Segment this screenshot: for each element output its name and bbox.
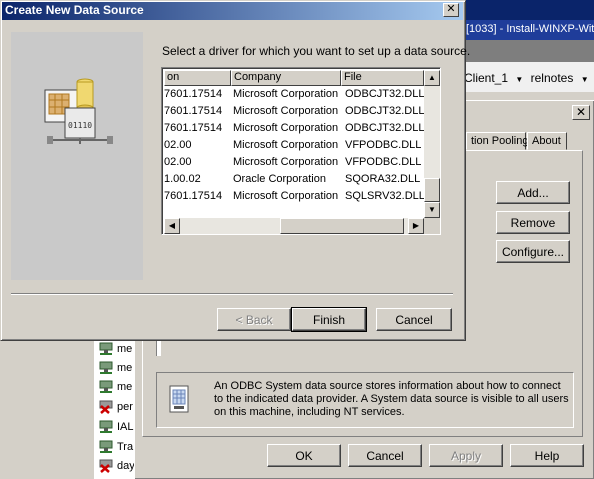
list-item[interactable]: me	[98, 361, 132, 379]
scroll-up-icon[interactable]: ▲	[424, 70, 440, 86]
column-header-file[interactable]: File	[341, 70, 424, 86]
error-data-source-icon	[99, 400, 113, 414]
table-row[interactable]: 7601.17514 Microsoft Corporation ODBCJT3…	[164, 121, 424, 138]
background-file-list: me me me per IAL Tra day	[94, 338, 138, 479]
dialog-title: Create New Data Source	[5, 3, 144, 17]
table-row[interactable]: 02.00 Microsoft Corporation VFPODBC.DLL	[164, 138, 424, 155]
cell-file: SQLSRV32.DLL	[345, 190, 425, 202]
cell-file: SQORA32.DLL	[345, 173, 421, 185]
scroll-right-icon[interactable]: ▶	[408, 218, 424, 234]
cell-company: Microsoft Corporation	[233, 139, 339, 151]
scroll-down-icon[interactable]: ▼	[424, 202, 440, 218]
cell-file: ODBCJT32.DLL	[345, 88, 425, 100]
table-row[interactable]: 7601.17514 Microsoft Corporation ODBCJT3…	[164, 87, 424, 104]
breadcrumb: Client_1 ▼ relnotes ▼ reac	[464, 62, 594, 92]
cell-company: Microsoft Corporation	[233, 122, 339, 134]
close-icon[interactable]: ✕	[572, 105, 590, 120]
system-dsn-icon	[169, 385, 189, 413]
breadcrumb-item[interactable]: relnotes	[531, 71, 574, 85]
chevron-down-icon[interactable]: ▼	[581, 75, 589, 84]
ok-button[interactable]: OK	[267, 444, 341, 467]
cancel-button[interactable]: Cancel	[376, 308, 452, 331]
background-taskbar-text: [1033] - Install-WINXP-WithV	[464, 20, 594, 40]
chevron-down-icon[interactable]: ▼	[515, 75, 523, 84]
cell-company: Oracle Corporation	[233, 173, 326, 185]
table-row[interactable]: 02.00 Microsoft Corporation VFPODBC.DLL	[164, 155, 424, 172]
list-item[interactable]: day	[98, 459, 135, 477]
cell-company: Microsoft Corporation	[233, 105, 339, 117]
finish-button[interactable]: Finish	[291, 307, 367, 332]
help-button[interactable]: Help	[510, 444, 584, 467]
cell-company: Microsoft Corporation	[233, 190, 339, 202]
data-source-icon	[99, 420, 113, 433]
cell-version: 02.00	[164, 156, 192, 168]
list-item[interactable]: Tra	[98, 440, 133, 458]
list-item[interactable]: per	[98, 400, 133, 418]
tab-connection-pooling[interactable]: tion Pooling	[466, 132, 529, 150]
vertical-scroll-thumb[interactable]	[424, 178, 440, 202]
cell-file: ODBCJT32.DLL	[345, 105, 425, 117]
vertical-scrollbar[interactable]: ▲ ▼	[424, 70, 440, 218]
info-text: An ODBC System data source stores inform…	[214, 380, 569, 418]
configure-button[interactable]: Configure...	[496, 240, 570, 263]
cell-file: VFPODBC.DLL	[345, 156, 422, 168]
cell-company: Microsoft Corporation	[233, 88, 339, 100]
remove-button[interactable]: Remove	[496, 211, 570, 234]
svg-text:01110: 01110	[68, 121, 92, 130]
background-window-titlebar	[464, 0, 594, 20]
cancel-button[interactable]: Cancel	[348, 444, 422, 467]
table-row[interactable]: 7601.17514 Microsoft Corporation SQLSRV3…	[164, 189, 425, 206]
back-button[interactable]: < Back	[217, 308, 291, 331]
close-icon[interactable]: ✕	[443, 3, 459, 17]
driver-list[interactable]: on Company File 7601.17514 Microsoft Cor…	[161, 67, 441, 235]
list-item[interactable]: me	[98, 342, 132, 360]
cell-version: 7601.17514	[164, 190, 223, 202]
column-header-version[interactable]: on	[164, 70, 231, 86]
cell-file: ODBCJT32.DLL	[345, 122, 425, 134]
data-source-wizard-icon: 01110	[11, 32, 143, 280]
scrollbar-corner	[424, 218, 440, 234]
cell-company: Microsoft Corporation	[233, 156, 339, 168]
data-source-icon	[99, 380, 113, 393]
data-source-icon	[99, 361, 113, 374]
instruction-text: Select a driver for which you want to se…	[162, 44, 471, 58]
cell-version: 7601.17514	[164, 88, 223, 100]
tab-about[interactable]: About	[527, 132, 567, 150]
data-source-icon	[99, 342, 113, 355]
background-toolbar	[464, 40, 594, 62]
list-item[interactable]: IAL	[98, 420, 134, 438]
wizard-illustration: 01110	[11, 32, 143, 280]
breadcrumb-item[interactable]: Client_1	[464, 71, 508, 85]
add-button[interactable]: Add...	[496, 181, 570, 204]
column-header-company[interactable]: Company	[231, 70, 341, 86]
table-row[interactable]: 1.00.02 Oracle Corporation SQORA32.DLL	[164, 172, 424, 189]
scroll-left-icon[interactable]: ◀	[164, 218, 180, 234]
cell-version: 7601.17514	[164, 105, 223, 117]
list-header: on Company File	[164, 70, 424, 86]
cell-version: 02.00	[164, 139, 192, 151]
horizontal-scrollbar[interactable]: ◀ ▶	[164, 218, 424, 234]
list-item[interactable]: me	[98, 380, 132, 398]
error-data-source-icon	[99, 459, 113, 473]
cell-version: 1.00.02	[164, 173, 201, 185]
apply-button[interactable]: Apply	[429, 444, 503, 467]
divider	[11, 293, 453, 295]
horizontal-scroll-thumb[interactable]	[280, 218, 404, 234]
cell-file: VFPODBC.DLL	[345, 139, 422, 151]
data-source-icon	[99, 440, 113, 453]
cell-version: 7601.17514	[164, 122, 223, 134]
table-row[interactable]: 7601.17514 Microsoft Corporation ODBCJT3…	[164, 104, 424, 121]
